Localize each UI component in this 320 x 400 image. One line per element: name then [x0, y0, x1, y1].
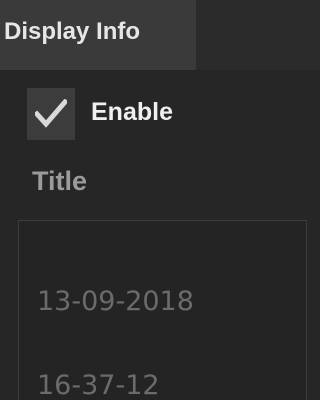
tab-display-info[interactable]: Display Info: [0, 0, 196, 70]
title-text-line: 13-09-2018: [37, 286, 194, 317]
tab-label: Display Info: [4, 18, 141, 45]
title-textarea[interactable]: 13-09-2018 16-37-12: [18, 220, 307, 400]
enable-checkbox[interactable]: [27, 88, 75, 140]
title-text-line: 16-37-12: [37, 370, 160, 400]
panel-header: Display Info: [0, 0, 320, 70]
checkmark-icon: [35, 99, 67, 128]
enable-label: Enable: [91, 98, 173, 126]
title-field-label: Title: [32, 166, 88, 196]
